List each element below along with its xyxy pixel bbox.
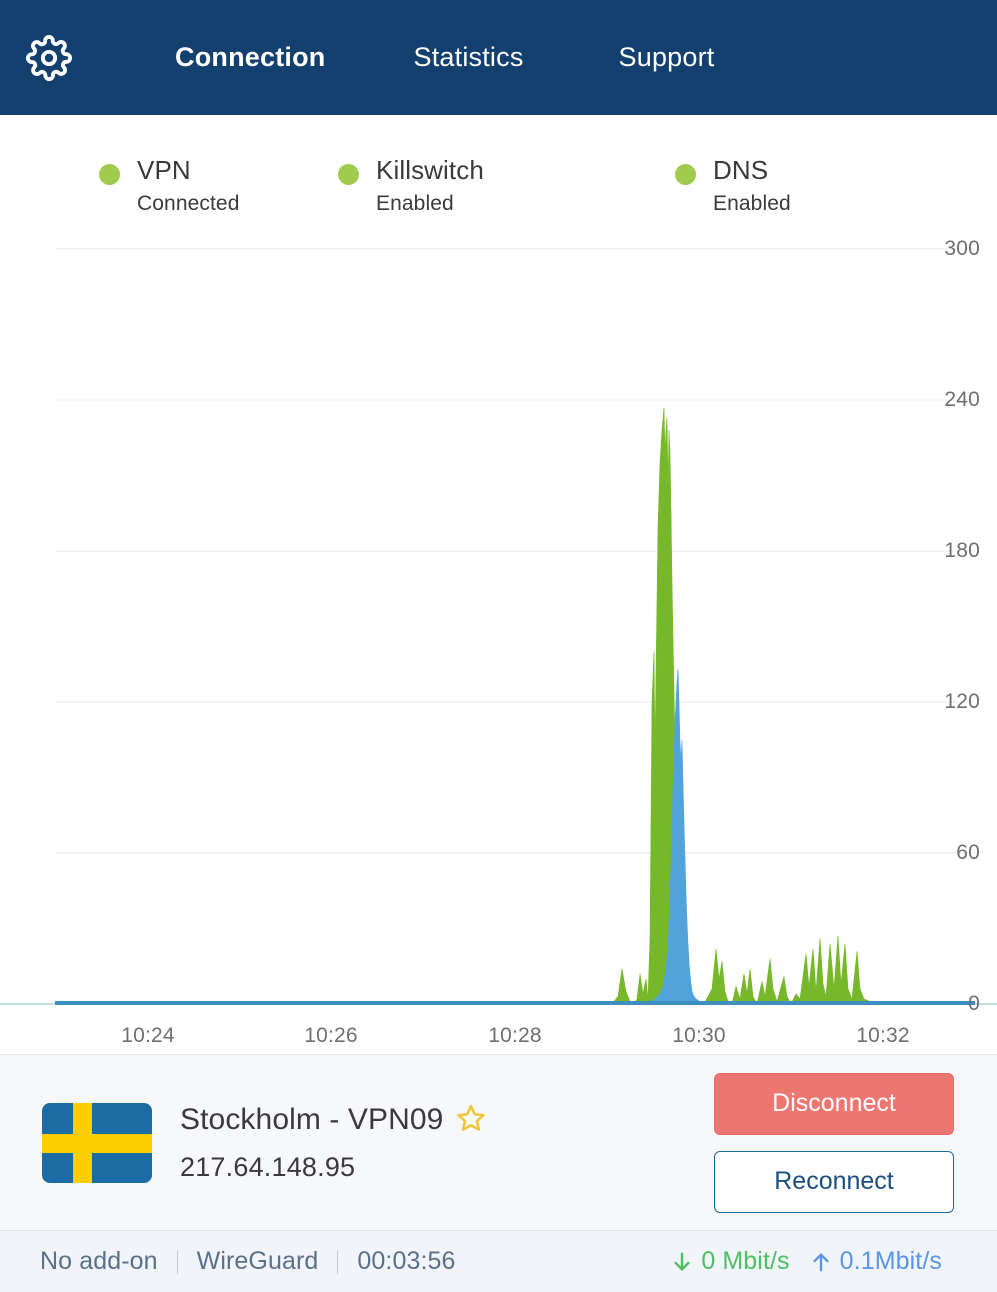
flag-cross-horizontal bbox=[42, 1133, 152, 1153]
y-axis-tick-label: 0 bbox=[968, 992, 980, 1015]
divider bbox=[176, 1249, 178, 1274]
x-axis-tick-label: 10:26 bbox=[304, 1024, 358, 1047]
connection-panel: Stockholm - VPN09 217.64.148.95 Disconne… bbox=[0, 1054, 997, 1230]
star-outline-icon bbox=[456, 1103, 486, 1138]
server-text-group: Stockholm - VPN09 217.64.148.95 bbox=[180, 1103, 486, 1183]
divider bbox=[337, 1249, 339, 1274]
upload-speed-group: 0.1Mbit/s bbox=[810, 1247, 942, 1276]
chart-series-download bbox=[0, 407, 997, 1005]
main-nav: Connection Statistics Support bbox=[175, 42, 715, 73]
arrow-up-icon bbox=[810, 1249, 832, 1275]
status-indicator-dns: DNS Enabled bbox=[675, 157, 975, 214]
upload-speed-value: 0.1Mbit/s bbox=[839, 1247, 942, 1275]
favorite-button[interactable] bbox=[456, 1103, 486, 1138]
status-text-group: DNS Enabled bbox=[713, 157, 791, 214]
gear-icon bbox=[26, 34, 72, 81]
disconnect-button[interactable]: Disconnect bbox=[714, 1072, 954, 1135]
status-bar: No add-on WireGuard 00:03:56 0 Mbit/s 0.… bbox=[0, 1230, 997, 1292]
protocol-label[interactable]: WireGuard bbox=[197, 1247, 319, 1276]
tab-connection[interactable]: Connection bbox=[175, 42, 326, 73]
status-value: Enabled bbox=[713, 192, 791, 215]
flag-cross-vertical bbox=[73, 1102, 92, 1183]
x-axis-tick-label: 10:28 bbox=[488, 1024, 542, 1047]
status-bar-left: No add-on WireGuard 00:03:56 bbox=[0, 1247, 456, 1276]
session-duration: 00:03:56 bbox=[357, 1247, 456, 1275]
server-name: Stockholm - VPN09 bbox=[180, 1103, 444, 1136]
status-bar-right: 0 Mbit/s 0.1Mbit/s bbox=[671, 1247, 942, 1276]
chart-series-upload bbox=[0, 669, 997, 1005]
vpn-client-window: Connection Statistics Support VPN Connec… bbox=[0, 0, 997, 1292]
reconnect-button[interactable]: Reconnect bbox=[714, 1150, 954, 1213]
app-header: Connection Statistics Support bbox=[0, 0, 997, 115]
y-axis-tick-label: 60 bbox=[956, 841, 980, 864]
addon-label[interactable]: No add-on bbox=[40, 1247, 158, 1276]
connection-actions: Disconnect Reconnect bbox=[714, 1072, 954, 1213]
status-label: DNS bbox=[713, 155, 769, 185]
y-axis-tick-label: 180 bbox=[944, 539, 980, 562]
status-value: Connected bbox=[137, 192, 240, 215]
status-indicator-row: VPN Connected Killswitch Enabled DNS Ena… bbox=[0, 115, 997, 231]
x-axis-tick-label: 10:24 bbox=[121, 1024, 175, 1047]
status-label: Killswitch bbox=[376, 155, 484, 185]
chart-plot-area: 0 60 120 180 240 300 10:24 10:26 10:28 10:30 10:32 bbox=[0, 231, 997, 1054]
status-indicator-vpn: VPN Connected bbox=[0, 157, 338, 214]
x-axis-tick-label: 10:30 bbox=[672, 1024, 726, 1047]
download-speed-value: 0 Mbit/s bbox=[701, 1247, 790, 1275]
server-ip-address: 217.64.148.95 bbox=[180, 1151, 356, 1182]
y-axis-tick-label: 120 bbox=[944, 690, 980, 713]
status-value: Enabled bbox=[376, 192, 454, 215]
server-info: Stockholm - VPN09 217.64.148.95 bbox=[0, 1102, 486, 1183]
status-text-group: VPN Connected bbox=[137, 157, 239, 214]
status-dot-icon bbox=[99, 164, 120, 185]
server-name-row: Stockholm - VPN09 bbox=[180, 1103, 486, 1138]
arrow-down-icon bbox=[671, 1249, 693, 1275]
download-speed-group: 0 Mbit/s bbox=[671, 1247, 790, 1276]
y-axis-tick-label: 300 bbox=[944, 237, 980, 260]
sweden-flag-icon bbox=[42, 1102, 152, 1183]
status-text-group: Killswitch Enabled bbox=[376, 157, 484, 214]
status-dot-icon bbox=[675, 164, 696, 185]
settings-button[interactable] bbox=[25, 34, 73, 82]
traffic-chart: 0 60 120 180 240 300 10:24 10:26 10:28 10:30 10:32 bbox=[0, 231, 997, 1054]
status-dot-icon bbox=[338, 164, 359, 185]
tab-statistics[interactable]: Statistics bbox=[414, 42, 524, 73]
status-indicator-killswitch: Killswitch Enabled bbox=[338, 157, 675, 214]
y-axis-tick-label: 240 bbox=[944, 388, 980, 411]
status-label: VPN bbox=[137, 155, 191, 185]
chart-canvas bbox=[0, 248, 997, 1005]
x-axis-tick-label: 10:32 bbox=[856, 1024, 910, 1047]
tab-support[interactable]: Support bbox=[619, 42, 715, 73]
